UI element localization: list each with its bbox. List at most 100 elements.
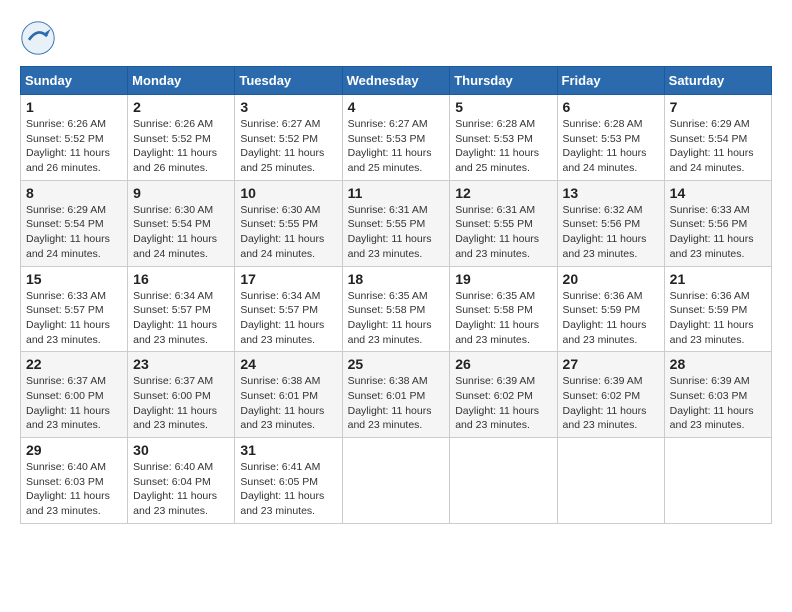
calendar-day-cell: 3Sunrise: 6:27 AM Sunset: 5:52 PM Daylig…	[235, 95, 342, 181]
day-header-tuesday: Tuesday	[235, 67, 342, 95]
calendar-day-cell: 13 Sunrise: 6:32 AM Sunset: 5:56 PM Dayli…	[557, 180, 664, 266]
empty-cell	[342, 438, 450, 524]
logo-icon	[20, 20, 56, 56]
day-info: Sunrise: 6:36 AM Sunset: 5:59 PM Dayligh…	[563, 289, 659, 348]
calendar-day-cell: 5 Sunrise: 6:28 AM Sunset: 5:53 PM Daylig…	[450, 95, 557, 181]
day-number: 26	[455, 356, 551, 372]
calendar-day-cell: 10 Sunrise: 6:30 AM Sunset: 5:55 PM Dayli…	[235, 180, 342, 266]
day-info: Sunrise: 6:35 AM Sunset: 5:58 PM Dayligh…	[348, 289, 445, 348]
day-info: Sunrise: 6:38 AM Sunset: 6:01 PM Dayligh…	[240, 374, 336, 433]
calendar-header-row: SundayMondayTuesdayWednesdayThursdayFrid…	[21, 67, 772, 95]
day-info: Sunrise: 6:34 AM Sunset: 5:57 PM Dayligh…	[133, 289, 229, 348]
day-info: Sunrise: 6:41 AM Sunset: 6:05 PM Dayligh…	[240, 460, 336, 519]
day-number: 24	[240, 356, 336, 372]
calendar-day-cell: 19 Sunrise: 6:35 AM Sunset: 5:58 PM Dayli…	[450, 266, 557, 352]
calendar-day-cell: 16 Sunrise: 6:34 AM Sunset: 5:57 PM Dayli…	[128, 266, 235, 352]
calendar-day-cell: 27 Sunrise: 6:39 AM Sunset: 6:02 PM Dayli…	[557, 352, 664, 438]
day-number: 20	[563, 271, 659, 287]
day-number: 18	[348, 271, 445, 287]
day-number: 16	[133, 271, 229, 287]
calendar-day-cell: 11 Sunrise: 6:31 AM Sunset: 5:55 PM Dayli…	[342, 180, 450, 266]
empty-cell	[450, 438, 557, 524]
day-number: 27	[563, 356, 659, 372]
logo	[20, 20, 62, 56]
day-info: Sunrise: 6:33 AM Sunset: 5:57 PM Dayligh…	[26, 289, 122, 348]
day-number: 6	[563, 99, 659, 115]
day-info: Sunrise: 6:31 AM Sunset: 5:55 PM Dayligh…	[455, 203, 551, 262]
day-number: 17	[240, 271, 336, 287]
day-header-monday: Monday	[128, 67, 235, 95]
day-info: Sunrise: 6:28 AM Sunset: 5:53 PM Dayligh…	[563, 117, 659, 176]
calendar-day-cell: 29 Sunrise: 6:40 AM Sunset: 6:03 PM Dayli…	[21, 438, 128, 524]
day-info: Sunrise: 6:29 AM Sunset: 5:54 PM Dayligh…	[670, 117, 766, 176]
day-number: 7	[670, 99, 766, 115]
page-header	[20, 20, 772, 56]
day-number: 11	[348, 185, 445, 201]
day-number: 13	[563, 185, 659, 201]
day-number: 29	[26, 442, 122, 458]
calendar-day-cell: 17 Sunrise: 6:34 AM Sunset: 5:57 PM Dayli…	[235, 266, 342, 352]
calendar-day-cell: 4Sunrise: 6:27 AM Sunset: 5:53 PM Daylig…	[342, 95, 450, 181]
day-info: Sunrise: 6:39 AM Sunset: 6:02 PM Dayligh…	[563, 374, 659, 433]
day-number: 30	[133, 442, 229, 458]
calendar-day-cell: 20 Sunrise: 6:36 AM Sunset: 5:59 PM Dayli…	[557, 266, 664, 352]
day-info: Sunrise: 6:39 AM Sunset: 6:02 PM Dayligh…	[455, 374, 551, 433]
day-info: Sunrise: 6:34 AM Sunset: 5:57 PM Dayligh…	[240, 289, 336, 348]
calendar-day-cell: 23 Sunrise: 6:37 AM Sunset: 6:00 PM Dayli…	[128, 352, 235, 438]
calendar-day-cell: 15Sunrise: 6:33 AM Sunset: 5:57 PM Dayli…	[21, 266, 128, 352]
calendar-week-row: 15Sunrise: 6:33 AM Sunset: 5:57 PM Dayli…	[21, 266, 772, 352]
day-info: Sunrise: 6:30 AM Sunset: 5:55 PM Dayligh…	[240, 203, 336, 262]
calendar-day-cell: 1 Sunrise: 6:26 AM Sunset: 5:52 PM Daylig…	[21, 95, 128, 181]
day-number: 28	[670, 356, 766, 372]
empty-cell	[664, 438, 771, 524]
empty-cell	[557, 438, 664, 524]
day-number: 1	[26, 99, 122, 115]
day-header-thursday: Thursday	[450, 67, 557, 95]
calendar-day-cell: 12Sunrise: 6:31 AM Sunset: 5:55 PM Dayli…	[450, 180, 557, 266]
day-info: Sunrise: 6:26 AM Sunset: 5:52 PM Dayligh…	[133, 117, 229, 176]
calendar-day-cell: 21 Sunrise: 6:36 AM Sunset: 5:59 PM Dayli…	[664, 266, 771, 352]
day-info: Sunrise: 6:36 AM Sunset: 5:59 PM Dayligh…	[670, 289, 766, 348]
calendar-day-cell: 26 Sunrise: 6:39 AM Sunset: 6:02 PM Dayli…	[450, 352, 557, 438]
day-number: 9	[133, 185, 229, 201]
calendar-day-cell: 24 Sunrise: 6:38 AM Sunset: 6:01 PM Dayli…	[235, 352, 342, 438]
day-header-saturday: Saturday	[664, 67, 771, 95]
day-number: 21	[670, 271, 766, 287]
day-info: Sunrise: 6:32 AM Sunset: 5:56 PM Dayligh…	[563, 203, 659, 262]
day-number: 8	[26, 185, 122, 201]
day-number: 14	[670, 185, 766, 201]
day-info: Sunrise: 6:27 AM Sunset: 5:53 PM Dayligh…	[348, 117, 445, 176]
calendar-day-cell: 30 Sunrise: 6:40 AM Sunset: 6:04 PM Dayli…	[128, 438, 235, 524]
day-number: 5	[455, 99, 551, 115]
calendar-day-cell: 14 Sunrise: 6:33 AM Sunset: 5:56 PM Dayli…	[664, 180, 771, 266]
day-info: Sunrise: 6:28 AM Sunset: 5:53 PM Dayligh…	[455, 117, 551, 176]
day-info: Sunrise: 6:27 AM Sunset: 5:52 PM Dayligh…	[240, 117, 336, 176]
calendar-week-row: 8Sunrise: 6:29 AM Sunset: 5:54 PM Daylig…	[21, 180, 772, 266]
day-info: Sunrise: 6:30 AM Sunset: 5:54 PM Dayligh…	[133, 203, 229, 262]
calendar-week-row: 22Sunrise: 6:37 AM Sunset: 6:00 PM Dayli…	[21, 352, 772, 438]
day-header-friday: Friday	[557, 67, 664, 95]
day-info: Sunrise: 6:33 AM Sunset: 5:56 PM Dayligh…	[670, 203, 766, 262]
day-info: Sunrise: 6:35 AM Sunset: 5:58 PM Dayligh…	[455, 289, 551, 348]
day-number: 19	[455, 271, 551, 287]
day-number: 23	[133, 356, 229, 372]
calendar-day-cell: 28Sunrise: 6:39 AM Sunset: 6:03 PM Dayli…	[664, 352, 771, 438]
calendar-day-cell: 31 Sunrise: 6:41 AM Sunset: 6:05 PM Dayli…	[235, 438, 342, 524]
calendar-day-cell: 8Sunrise: 6:29 AM Sunset: 5:54 PM Daylig…	[21, 180, 128, 266]
day-info: Sunrise: 6:38 AM Sunset: 6:01 PM Dayligh…	[348, 374, 445, 433]
calendar-day-cell: 6 Sunrise: 6:28 AM Sunset: 5:53 PM Daylig…	[557, 95, 664, 181]
day-header-sunday: Sunday	[21, 67, 128, 95]
day-number: 31	[240, 442, 336, 458]
day-info: Sunrise: 6:26 AM Sunset: 5:52 PM Dayligh…	[26, 117, 122, 176]
day-number: 10	[240, 185, 336, 201]
calendar-day-cell: 2Sunrise: 6:26 AM Sunset: 5:52 PM Daylig…	[128, 95, 235, 181]
calendar-day-cell: 9 Sunrise: 6:30 AM Sunset: 5:54 PM Daylig…	[128, 180, 235, 266]
day-info: Sunrise: 6:40 AM Sunset: 6:03 PM Dayligh…	[26, 460, 122, 519]
day-header-wednesday: Wednesday	[342, 67, 450, 95]
day-info: Sunrise: 6:40 AM Sunset: 6:04 PM Dayligh…	[133, 460, 229, 519]
calendar-day-cell: 22Sunrise: 6:37 AM Sunset: 6:00 PM Dayli…	[21, 352, 128, 438]
day-info: Sunrise: 6:37 AM Sunset: 6:00 PM Dayligh…	[133, 374, 229, 433]
calendar-table: SundayMondayTuesdayWednesdayThursdayFrid…	[20, 66, 772, 524]
day-info: Sunrise: 6:37 AM Sunset: 6:00 PM Dayligh…	[26, 374, 122, 433]
day-info: Sunrise: 6:31 AM Sunset: 5:55 PM Dayligh…	[348, 203, 445, 262]
